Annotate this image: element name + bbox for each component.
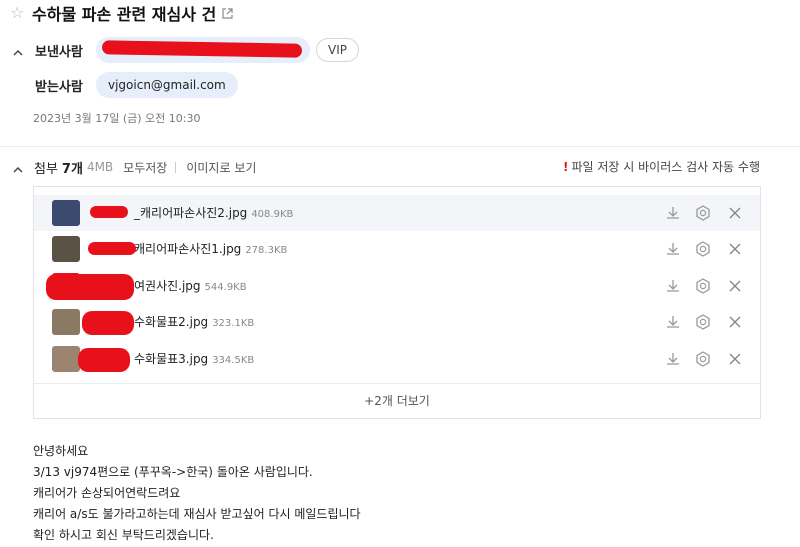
file-size: 278.3KB bbox=[245, 245, 288, 256]
body-line: 안녕하세요 bbox=[33, 444, 89, 458]
thumbnail-image[interactable] bbox=[52, 346, 80, 372]
virus-scan-icon[interactable] bbox=[694, 350, 712, 368]
attachment-row[interactable]: _캐리어파손사진2.jpg 408.9KB bbox=[34, 195, 760, 231]
thumbnail-image[interactable] bbox=[52, 236, 80, 262]
download-icon[interactable] bbox=[664, 313, 682, 331]
virus-scan-note: ! 파일 저장 시 바이러스 검사 자동 수행 bbox=[563, 158, 760, 175]
file-size: 544.9KB bbox=[204, 282, 247, 293]
redaction-mark bbox=[46, 274, 134, 300]
show-more-button[interactable]: +2개 더보기 bbox=[34, 384, 760, 418]
body-line: 3/13 vj974편으로 (푸꾸옥->한국) 돌아온 사람입니다. bbox=[33, 465, 313, 479]
sender-label: 보낸사람 bbox=[35, 44, 83, 60]
file-size: 408.9KB bbox=[251, 209, 294, 220]
download-icon[interactable] bbox=[664, 240, 682, 258]
save-all-link[interactable]: 모두저장 bbox=[123, 159, 167, 176]
file-size: 323.1KB bbox=[212, 318, 255, 329]
attachments-count: 7개 bbox=[61, 161, 83, 177]
body-line: 캐리어가 손상되어연락드려요 bbox=[33, 486, 181, 500]
virus-scan-icon[interactable] bbox=[694, 204, 712, 222]
body-line: 캐리어 a/s도 불가라고하는데 재심사 받고싶어 다시 메일드립니다 bbox=[33, 507, 361, 521]
sender-row: 보낸사람 bbox=[12, 40, 83, 60]
attachments-size: 4MB bbox=[86, 160, 114, 174]
popout-icon[interactable] bbox=[222, 7, 233, 19]
divider bbox=[0, 146, 800, 147]
file-name: 수화물표2.jpg bbox=[134, 315, 209, 329]
receiver-chip[interactable]: vjgoicn@gmail.com bbox=[96, 72, 238, 98]
mail-title: 수하물 파손 관련 재심사 건 bbox=[32, 5, 217, 24]
download-icon[interactable] bbox=[664, 277, 682, 295]
close-icon[interactable] bbox=[726, 240, 744, 258]
file-name: _캐리어파손사진2.jpg bbox=[134, 206, 248, 220]
chevron-up-icon[interactable] bbox=[12, 161, 24, 173]
attachment-row[interactable]: 수화물표2.jpg 323.1KB bbox=[34, 304, 760, 340]
warning-icon: ! bbox=[563, 159, 569, 174]
close-icon[interactable] bbox=[726, 204, 744, 222]
redaction-mark bbox=[88, 242, 136, 255]
virus-scan-icon[interactable] bbox=[694, 240, 712, 258]
virus-scan-icon[interactable] bbox=[694, 277, 712, 295]
virus-scan-text: 파일 저장 시 바이러스 검사 자동 수행 bbox=[571, 160, 761, 174]
attachment-name[interactable]: _캐리어파손사진2.jpg 408.9KB bbox=[134, 195, 293, 233]
mail-body: 안녕하세요 3/13 vj974편으로 (푸꾸옥->한국) 돌아온 사람입니다.… bbox=[33, 441, 361, 546]
close-icon[interactable] bbox=[726, 350, 744, 368]
thumbnail-image[interactable] bbox=[52, 200, 80, 226]
attachment-row[interactable]: 수화물표3.jpg 334.5KB bbox=[34, 341, 760, 377]
mail-date: 2023년 3월 17일 (금) 오전 10:30 bbox=[33, 112, 201, 125]
sender-chip[interactable] bbox=[96, 37, 310, 63]
file-name: 캐리어파손사진1.jpg bbox=[134, 242, 242, 256]
title-row: ☆ 수하물 파손 관련 재심사 건 bbox=[10, 2, 233, 24]
redaction-mark bbox=[82, 311, 134, 335]
receiver-label: 받는사람 bbox=[35, 79, 83, 95]
attachment-row[interactable]: 여권사진.jpg 544.9KB bbox=[34, 268, 760, 304]
file-name: 수화물표3.jpg bbox=[134, 352, 209, 366]
redaction-mark bbox=[78, 348, 130, 372]
thumbnail-image[interactable] bbox=[52, 309, 80, 335]
attachment-name[interactable]: 캐리어파손사진1.jpg 278.3KB bbox=[134, 231, 287, 269]
redaction-mark bbox=[90, 206, 128, 218]
chevron-up-icon[interactable] bbox=[12, 44, 24, 56]
attachments-label: 첨부 bbox=[34, 161, 58, 177]
download-icon[interactable] bbox=[664, 204, 682, 222]
attachment-name[interactable]: 여권사진.jpg 544.9KB bbox=[134, 268, 247, 306]
view-as-image-link[interactable]: 이미지로 보기 bbox=[186, 159, 256, 176]
attachments-header: 첨부 7개 4MB 모두저장 이미지로 보기 bbox=[12, 157, 256, 177]
attachment-row[interactable]: 캐리어파손사진1.jpg 278.3KB bbox=[34, 231, 760, 267]
attachment-list: _캐리어파손사진2.jpg 408.9KB 캐리어파손사진1.jpg 278.3KB 여… bbox=[33, 186, 761, 419]
redaction-mark bbox=[101, 40, 303, 58]
close-icon[interactable] bbox=[726, 277, 744, 295]
separator bbox=[175, 161, 177, 173]
file-name: 여권사진.jpg bbox=[134, 279, 201, 293]
virus-scan-icon[interactable] bbox=[694, 313, 712, 331]
attachment-name[interactable]: 수화물표2.jpg 323.1KB bbox=[134, 304, 254, 342]
vip-badge[interactable]: VIP bbox=[316, 38, 359, 62]
file-size: 334.5KB bbox=[212, 355, 255, 366]
star-icon[interactable]: ☆ bbox=[10, 5, 28, 21]
attachment-name[interactable]: 수화물표3.jpg 334.5KB bbox=[134, 341, 254, 379]
body-line: 확인 하시고 회신 부탁드리겠습니다. bbox=[33, 528, 214, 542]
download-icon[interactable] bbox=[664, 350, 682, 368]
receiver-row: 받는사람 bbox=[35, 75, 83, 95]
close-icon[interactable] bbox=[726, 313, 744, 331]
